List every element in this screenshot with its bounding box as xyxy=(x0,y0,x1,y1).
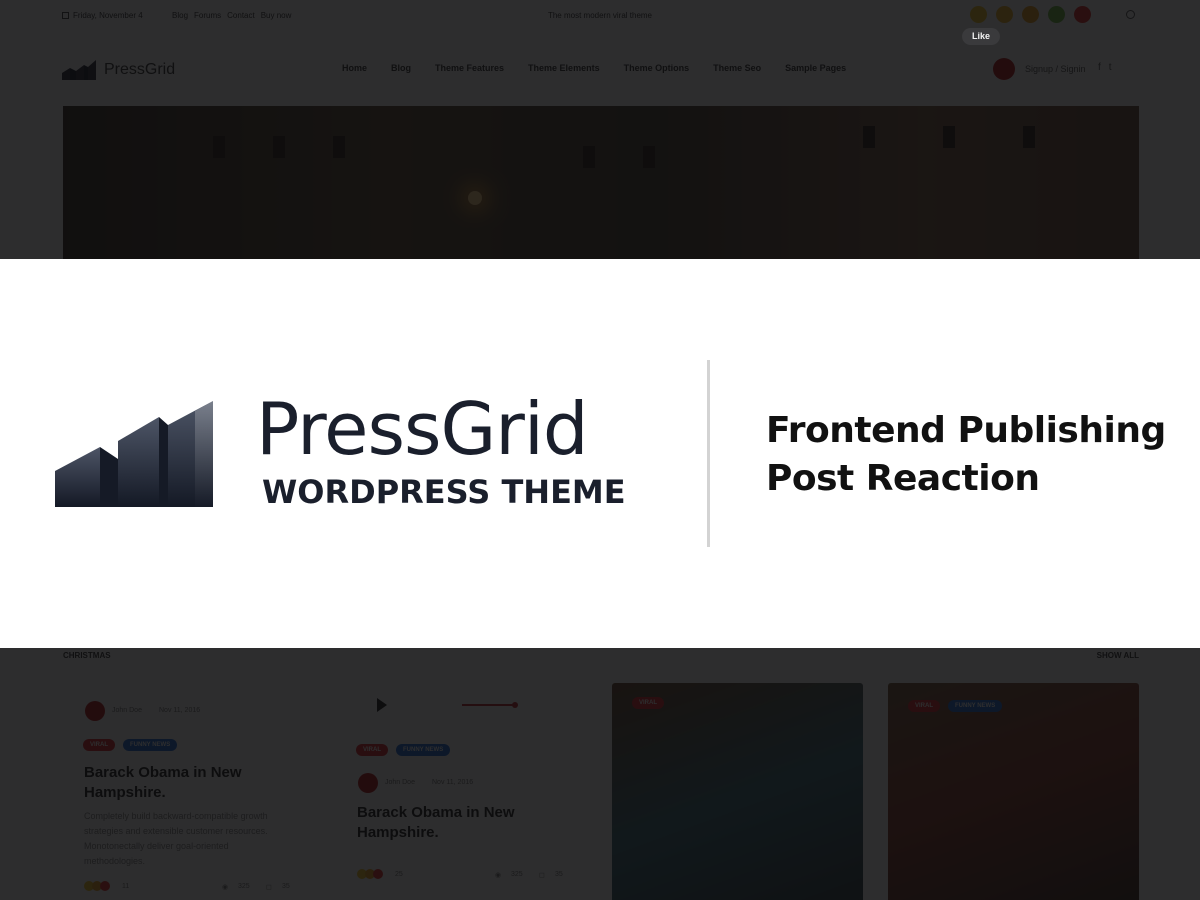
brand-logo-icon[interactable] xyxy=(62,60,96,80)
building-window xyxy=(273,136,285,158)
pressgrid-logo-icon xyxy=(55,401,213,507)
building-window xyxy=(213,136,225,158)
menu-item-sample-pages[interactable]: Sample Pages xyxy=(785,63,846,73)
post-title[interactable]: Barack Obama in New Hampshire. xyxy=(84,763,294,803)
love-emoji-icon[interactable] xyxy=(996,6,1013,23)
post-author[interactable]: John Doe xyxy=(112,707,142,714)
menu-item-blog[interactable]: Blog xyxy=(391,63,411,73)
post-date: Nov 11, 2016 xyxy=(432,779,474,786)
image-post-card[interactable]: Viral xyxy=(612,683,863,900)
logo-wordmark: PressGrid xyxy=(256,387,589,471)
reaction-stack xyxy=(84,881,110,891)
post-card[interactable]: Viral Funny News John Doe Nov 11, 2016 B… xyxy=(337,683,585,900)
signup-signin-link[interactable]: Signup / Signin xyxy=(1025,64,1086,74)
tag-viral[interactable]: Viral xyxy=(83,739,115,751)
angry-emoji-icon[interactable] xyxy=(1074,6,1091,23)
eye-icon: ◉ xyxy=(222,884,229,891)
tag-viral[interactable]: Viral xyxy=(632,697,664,709)
cool-emoji-icon[interactable] xyxy=(1048,6,1065,23)
building-window xyxy=(1023,126,1035,148)
building-window xyxy=(863,126,875,148)
section-title: CHRISTMAS xyxy=(63,651,111,660)
menu-item-home[interactable]: Home xyxy=(342,63,367,73)
building-window xyxy=(643,146,655,168)
comment-count: 35 xyxy=(555,871,563,878)
eye-icon: ◉ xyxy=(495,872,502,879)
reaction-count: 11 xyxy=(122,883,130,890)
reaction-stack xyxy=(357,869,383,879)
twitter-icon[interactable]: t xyxy=(1109,62,1112,73)
post-excerpt: Completely build backward-compatible gro… xyxy=(84,811,268,866)
main-navbar: PressGrid Home Blog Theme Features Theme… xyxy=(0,48,1200,90)
smile-emoji-icon[interactable] xyxy=(970,6,987,23)
facebook-icon[interactable]: f xyxy=(1098,62,1101,73)
menu-item-theme-seo[interactable]: Theme Seo xyxy=(713,63,761,73)
comment-count: 35 xyxy=(282,883,290,890)
street-lamp xyxy=(468,191,482,205)
view-count: 325 xyxy=(238,883,250,890)
promo-banner: PressGrid WORDPRESS THEME Frontend Publi… xyxy=(0,259,1200,648)
vertical-divider xyxy=(707,360,710,547)
logo-subtitle: WORDPRESS THEME xyxy=(262,473,626,511)
like-tooltip: Like xyxy=(962,28,1000,45)
wow-emoji-icon[interactable] xyxy=(1022,6,1039,23)
top-bar: Friday, November 4 Blog Forums Contact B… xyxy=(0,0,1200,32)
tag-funny-news[interactable]: Funny News xyxy=(948,700,1003,712)
hero-image[interactable] xyxy=(63,106,1139,259)
angry-emoji-icon xyxy=(100,881,110,891)
post-title[interactable]: Barack Obama in New Hampshire. xyxy=(357,803,567,843)
reaction-count: 25 xyxy=(395,871,403,878)
angry-emoji-icon xyxy=(373,869,383,879)
building-window xyxy=(333,136,345,158)
comment-icon[interactable]: ◻ xyxy=(539,871,545,879)
author-avatar[interactable] xyxy=(85,701,105,721)
feature-frontend-publishing: Frontend Publishing xyxy=(766,410,1166,451)
building-window xyxy=(943,126,955,148)
section-header: CHRISTMAS SHOW ALL xyxy=(63,651,1139,660)
image-post-card[interactable]: Viral Funny News xyxy=(888,683,1139,900)
post-author[interactable]: John Doe xyxy=(385,779,415,786)
tag-viral[interactable]: Viral xyxy=(356,744,388,756)
user-avatar[interactable] xyxy=(993,58,1015,80)
reaction-bar xyxy=(970,6,1091,23)
menu-item-theme-features[interactable]: Theme Features xyxy=(435,63,504,73)
feature-post-reaction: Post Reaction xyxy=(766,458,1040,499)
brand-name[interactable]: PressGrid xyxy=(104,61,175,79)
tag-funny-news[interactable]: Funny News xyxy=(396,744,451,756)
building-window xyxy=(583,146,595,168)
play-icon[interactable] xyxy=(377,698,387,712)
audio-progress-bar[interactable] xyxy=(462,704,514,706)
audio-progress-handle[interactable] xyxy=(512,702,518,708)
show-all-link[interactable]: SHOW ALL xyxy=(1097,651,1139,660)
view-count: 325 xyxy=(511,871,523,878)
menu-item-theme-options[interactable]: Theme Options xyxy=(624,63,690,73)
comment-icon[interactable]: ◻ xyxy=(266,883,272,891)
search-icon[interactable] xyxy=(1126,10,1135,19)
main-menu: Home Blog Theme Features Theme Elements … xyxy=(342,63,846,73)
feature-list: Frontend Publishing Post Reaction xyxy=(766,407,1166,503)
post-date: Nov 11, 2016 xyxy=(159,707,201,714)
post-card[interactable]: John Doe Nov 11, 2016 Viral Funny News B… xyxy=(64,683,312,900)
tag-viral[interactable]: Viral xyxy=(908,700,940,712)
social-links: f t xyxy=(1098,62,1112,73)
author-avatar[interactable] xyxy=(358,773,378,793)
menu-item-theme-elements[interactable]: Theme Elements xyxy=(528,63,600,73)
audio-player xyxy=(357,698,567,712)
tag-funny-news[interactable]: Funny News xyxy=(123,739,178,751)
